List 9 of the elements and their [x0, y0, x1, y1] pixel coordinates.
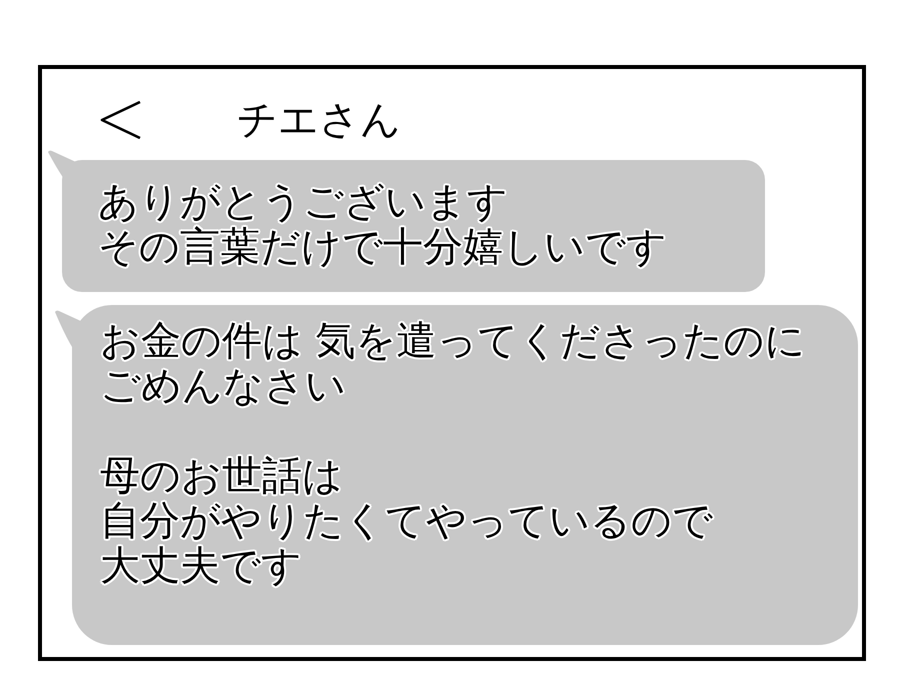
message-text: お金の件は 気を遣ってくださったのに	[100, 319, 806, 364]
message-text: 自分がやりたくてやっているので	[100, 499, 713, 544]
message-text: 大丈夫です	[100, 544, 302, 589]
back-icon[interactable]	[100, 101, 141, 139]
message-text: その言葉だけで十分嬉しいです	[98, 225, 667, 270]
message-text: 母のお世話は	[100, 454, 343, 499]
message-text: ありがとうございます	[98, 180, 508, 225]
message-text: ごめんなさい	[100, 364, 346, 409]
contact-name: チエさん	[237, 97, 401, 143]
